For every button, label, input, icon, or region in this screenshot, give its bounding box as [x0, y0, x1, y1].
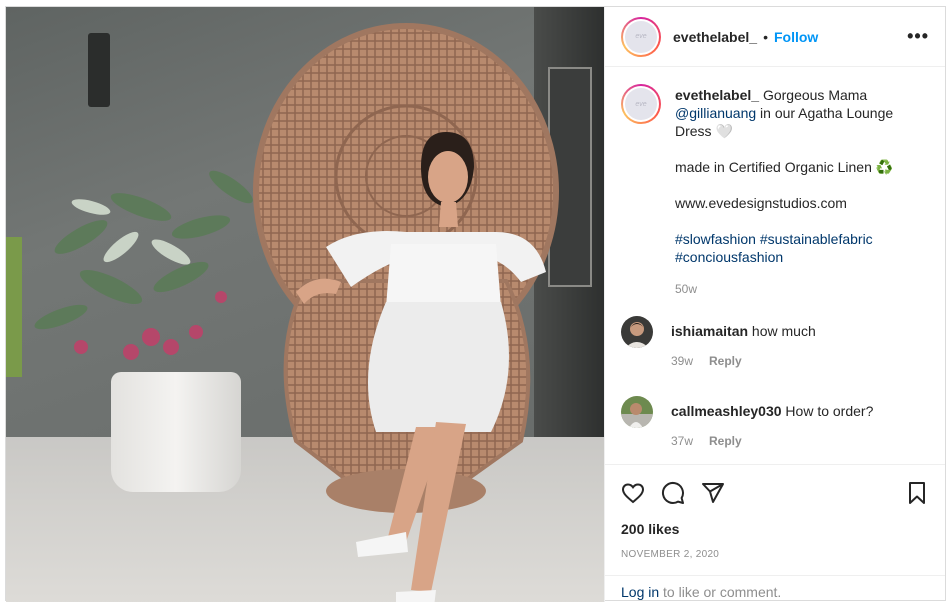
post-card: eve evethelabel_ • Follow ••• eve evethe… — [5, 6, 946, 602]
caption: eve evethelabel_ Gorgeous Mama @gillianu… — [621, 84, 929, 298]
author-avatar-logo: eve — [625, 20, 657, 53]
comment-text: how much — [748, 323, 816, 339]
comments-area[interactable]: eve evethelabel_ Gorgeous Mama @gillianu… — [605, 68, 945, 463]
caption-text: Gorgeous Mama — [759, 87, 868, 103]
heart-icon[interactable] — [621, 473, 661, 513]
hashtag-link[interactable]: #conciousfashion — [675, 249, 783, 265]
comment-timestamp[interactable]: 39w — [671, 352, 693, 370]
reply-button[interactable]: Reply — [709, 352, 742, 370]
login-bar: Log in to like or comment. — [605, 575, 945, 602]
bookmark-icon[interactable] — [889, 473, 929, 513]
comment-item: callmeashley030 How to order? 37w Reply — [621, 396, 929, 450]
likes-count[interactable]: 200 likes — [621, 521, 929, 537]
follow-button[interactable]: Follow — [774, 29, 818, 45]
photo-wall-lamp — [88, 33, 110, 107]
caption-mention[interactable]: @gillianuang — [675, 105, 756, 121]
caption-website: www.evedesignstudios.com — [675, 195, 847, 211]
caption-avatar[interactable]: eve — [621, 84, 661, 124]
commenter-avatar[interactable] — [621, 316, 653, 348]
caption-timestamp[interactable]: 50w — [675, 280, 929, 298]
share-icon[interactable] — [701, 473, 741, 513]
comment-timestamp[interactable]: 37w — [671, 432, 693, 450]
commenter-avatar[interactable] — [621, 396, 653, 428]
post-actions: 200 likes NOVEMBER 2, 2020 — [605, 464, 945, 568]
comment-item: ishiamaitan how much 39w Reply — [621, 316, 929, 370]
reply-button[interactable]: Reply — [709, 432, 742, 450]
hashtag-link[interactable]: #sustainablefabric — [760, 231, 873, 247]
photo-plant — [34, 170, 253, 360]
post-date[interactable]: NOVEMBER 2, 2020 — [621, 549, 929, 560]
caption-para-linen: made in Certified Organic Linen ♻️ — [675, 159, 894, 175]
comment-icon[interactable] — [661, 473, 701, 513]
post-sidebar: eve evethelabel_ • Follow ••• eve evethe… — [604, 7, 945, 602]
login-prompt-text: to like or comment. — [659, 584, 782, 600]
post-header: eve evethelabel_ • Follow ••• — [605, 7, 945, 67]
comment-username[interactable]: callmeashley030 — [671, 403, 782, 419]
header-separator: • — [763, 28, 768, 45]
caption-avatar-logo: eve — [625, 88, 657, 120]
photo-lawn — [6, 237, 22, 377]
caption-username[interactable]: evethelabel_ — [675, 87, 759, 103]
author-avatar[interactable]: eve — [621, 16, 661, 57]
author-username[interactable]: evethelabel_ — [673, 29, 757, 45]
post-photo[interactable] — [6, 7, 604, 602]
photo-model — [296, 132, 546, 602]
login-link[interactable]: Log in — [621, 584, 659, 600]
more-icon[interactable]: ••• — [907, 26, 929, 47]
hashtag-link[interactable]: #slowfashion — [675, 231, 756, 247]
comment-username[interactable]: ishiamaitan — [671, 323, 748, 339]
comment-text: How to order? — [781, 403, 874, 419]
